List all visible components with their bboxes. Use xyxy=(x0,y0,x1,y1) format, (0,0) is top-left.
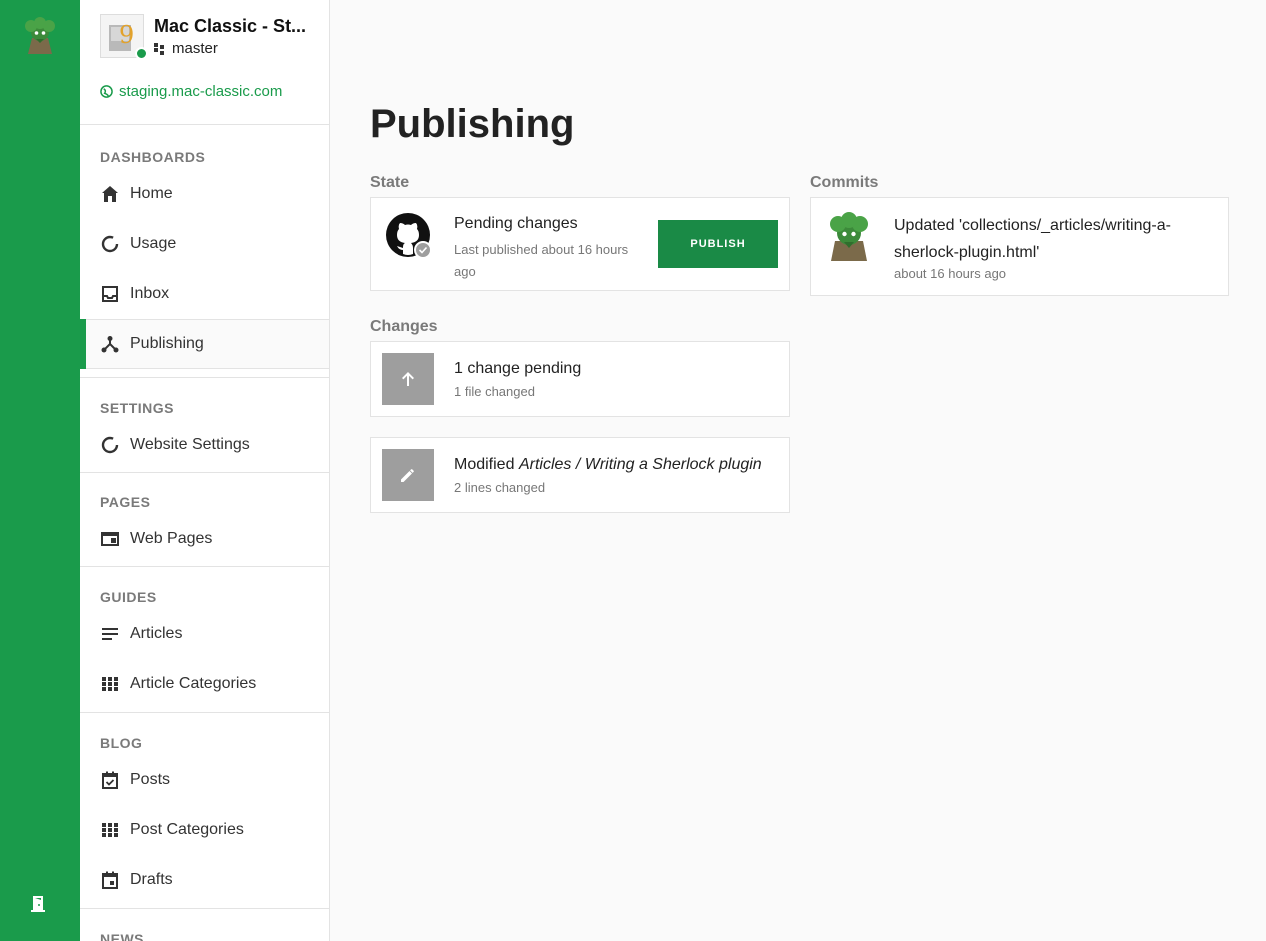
sidebar-item-drafts[interactable]: Drafts xyxy=(80,855,329,905)
settings-icon xyxy=(100,435,120,455)
grid-icon xyxy=(100,674,120,694)
sidebar-item-label: Inbox xyxy=(130,285,170,302)
changes-summary-sub: 1 file changed xyxy=(454,384,535,399)
sidebar-item-website-settings[interactable]: Website Settings xyxy=(80,420,329,470)
branch-name: master xyxy=(172,40,218,57)
change-description: Modified Articles / Writing a Sherlock p… xyxy=(454,456,762,474)
page-title: Publishing xyxy=(370,102,575,146)
changes-label: Changes xyxy=(370,318,438,335)
branch-indicator[interactable]: master xyxy=(154,40,218,57)
logout-icon[interactable] xyxy=(29,894,49,914)
sidebar-item-label: Usage xyxy=(130,235,177,252)
globe-icon xyxy=(100,85,113,98)
site-url-link[interactable]: staging.mac-classic.com xyxy=(100,83,282,100)
web-page-icon xyxy=(100,529,120,549)
state-label: State xyxy=(370,174,410,191)
state-card: Pending changes Last published about 16 … xyxy=(370,197,790,291)
site-status-check-icon xyxy=(135,47,148,60)
publish-button[interactable]: PUBLISH xyxy=(658,220,778,268)
publish-status: Pending changes xyxy=(454,215,578,232)
articles-icon xyxy=(100,624,120,644)
sidebar-item-label: Drafts xyxy=(130,871,173,888)
change-target: Articles / Writing a Sherlock plugin xyxy=(518,456,762,473)
sidebar-item-publishing[interactable]: Publishing xyxy=(80,319,329,369)
sidebar-item-label: Publishing xyxy=(130,335,204,352)
section-title: PAGES xyxy=(100,494,151,510)
site-url: staging.mac-classic.com xyxy=(119,83,283,100)
changes-summary-title: 1 change pending xyxy=(454,360,582,377)
usage-icon xyxy=(100,234,120,254)
sidebar-item-label: Article Categories xyxy=(130,675,257,692)
commit-message: Updated 'collections/_articles/writing-a… xyxy=(894,217,1171,261)
section-settings: SETTINGS Website Settings xyxy=(80,378,329,473)
user-avatar[interactable] xyxy=(20,16,60,56)
section-news: NEWS xyxy=(80,909,329,941)
section-guides: GUIDES Articles Article Categories xyxy=(80,567,329,713)
section-title: GUIDES xyxy=(100,589,157,605)
sidebar-item-usage[interactable]: Usage xyxy=(80,219,329,269)
svg-text:9: 9 xyxy=(119,21,134,49)
sidebar-item-article-categories[interactable]: Article Categories xyxy=(80,659,329,709)
last-published: Last published about 16 hours ago xyxy=(454,242,629,279)
sidebar-item-posts[interactable]: Posts xyxy=(80,755,329,805)
publishing-icon xyxy=(100,334,120,354)
sidebar-item-label: Home xyxy=(130,185,173,202)
commit-time: about 16 hours ago xyxy=(894,266,1007,281)
calendar-icon xyxy=(100,870,120,890)
commits-label: Commits xyxy=(810,174,879,191)
home-icon xyxy=(100,184,120,204)
app-rail xyxy=(0,0,80,941)
section-blog: BLOG Posts Post Categories Drafts xyxy=(80,713,329,909)
section-pages: PAGES Web Pages xyxy=(80,473,329,567)
section-title: DASHBOARDS xyxy=(100,149,206,165)
grid-icon xyxy=(100,820,120,840)
inbox-icon xyxy=(100,284,120,304)
sidebar-item-articles[interactable]: Articles xyxy=(80,609,329,659)
sidebar-item-web-pages[interactable]: Web Pages xyxy=(80,514,329,564)
change-lines: 2 lines changed xyxy=(454,480,546,495)
github-icon xyxy=(386,213,432,259)
section-title: SETTINGS xyxy=(100,400,175,416)
calendar-check-icon xyxy=(100,770,120,790)
branch-icon xyxy=(154,42,164,55)
sidebar-item-inbox[interactable]: Inbox xyxy=(80,269,329,319)
sidebar-item-post-categories[interactable]: Post Categories xyxy=(80,805,329,855)
change-action: Modified xyxy=(454,456,515,473)
section-dashboards: DASHBOARDS Home Usage Inbox Publishing xyxy=(80,125,329,378)
section-title: BLOG xyxy=(100,735,143,751)
commit-author-avatar xyxy=(825,211,873,261)
main-content: Publishing State Pending changes Last pu… xyxy=(330,0,1266,941)
site-name[interactable]: Mac Classic - St... xyxy=(154,16,322,37)
commit-card: Updated 'collections/_articles/writing-a… xyxy=(810,197,1229,296)
site-thumbnail[interactable]: 9 xyxy=(100,14,148,60)
site-header: 9 Mac Classic - St... master staging.mac… xyxy=(80,0,329,125)
section-title: NEWS xyxy=(100,931,144,941)
sidebar-item-label: Posts xyxy=(130,771,171,788)
sidebar-item-label: Articles xyxy=(130,625,183,642)
change-item[interactable]: Modified Articles / Writing a Sherlock p… xyxy=(370,437,790,513)
pencil-icon xyxy=(382,449,434,501)
sidebar-item-label: Website Settings xyxy=(130,436,250,453)
sidebar: 9 Mac Classic - St... master staging.mac… xyxy=(80,0,330,941)
sidebar-item-label: Post Categories xyxy=(130,821,244,838)
sidebar-item-label: Web Pages xyxy=(130,530,213,547)
sidebar-item-home[interactable]: Home xyxy=(80,169,329,219)
changes-summary-card: 1 change pending 1 file changed xyxy=(370,341,790,417)
upload-arrow-icon xyxy=(382,353,434,405)
